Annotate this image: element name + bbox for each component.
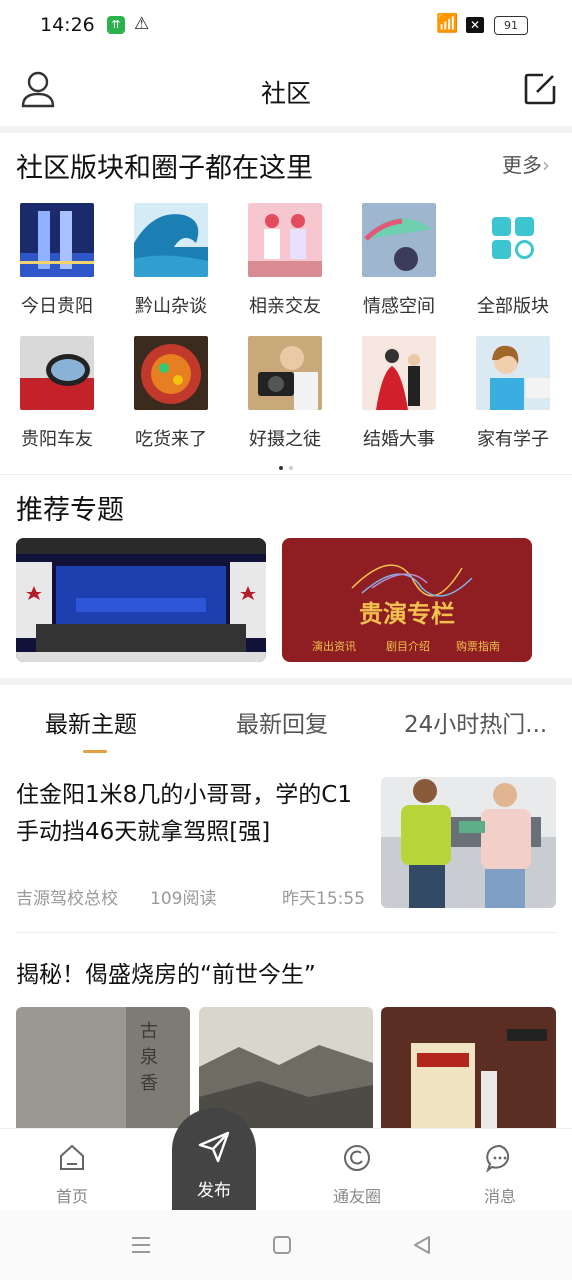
status-bar: 14:26 ⇈ ⚠ 📶 ✕ 91 bbox=[0, 0, 572, 52]
page-indicator bbox=[276, 455, 296, 474]
tab-messages-label: 消息 bbox=[483, 1187, 516, 1206]
more-label: 更多 bbox=[502, 153, 542, 177]
post-image-1[interactable]: 古 泉 香 bbox=[16, 1007, 190, 1128]
svg-text:香: 香 bbox=[140, 1073, 158, 1094]
paper-plane-icon bbox=[198, 1131, 230, 1163]
svg-text:泉: 泉 bbox=[140, 1047, 158, 1068]
app-notification-icon: ⇈ bbox=[107, 16, 125, 34]
page-title: 社区 bbox=[260, 79, 311, 108]
conference-stage-image bbox=[16, 538, 266, 662]
battery-icon: 91 bbox=[494, 16, 528, 35]
more-link[interactable]: 更多› bbox=[502, 149, 550, 178]
liquor-bottle-image bbox=[381, 1007, 556, 1128]
svg-text:古: 古 bbox=[140, 1021, 158, 1042]
forum-label: 黔山杂谈 bbox=[135, 296, 207, 317]
tab-friends-circle[interactable]: 通友圈 bbox=[307, 1143, 407, 1207]
forum-item-food[interactable]: 吃货来了 bbox=[123, 336, 219, 451]
tab-friends-label: 通友圈 bbox=[332, 1187, 381, 1206]
city-towers-thumb bbox=[20, 203, 94, 277]
tab-24h-hot[interactable]: 24小时热门... bbox=[404, 705, 547, 739]
post-time: 昨天15:55 bbox=[282, 889, 365, 909]
tab-messages[interactable]: 消息 bbox=[450, 1143, 550, 1207]
forum-item-car[interactable]: 贵阳车友 bbox=[9, 336, 105, 451]
topics-section-title: 推荐专题 bbox=[16, 495, 124, 526]
banner-link-plays[interactable]: 剧目介绍 bbox=[386, 638, 430, 654]
forum-item-today-guiyang[interactable]: 今日贵阳 bbox=[9, 203, 105, 318]
camera-thumb bbox=[248, 336, 322, 410]
forum-item-qianshan[interactable]: 黔山杂谈 bbox=[123, 203, 219, 318]
warning-icon: ⚠ bbox=[134, 14, 150, 34]
post-thumbnail[interactable] bbox=[381, 777, 556, 908]
forum-item-emotion[interactable]: 情感空间 bbox=[351, 203, 447, 318]
forum-label: 全部版块 bbox=[477, 296, 549, 317]
bottom-tab-bar: 首页 通友圈 消息 bbox=[0, 1128, 572, 1211]
forum-label: 情感空间 bbox=[363, 296, 435, 317]
car-mirror-thumb bbox=[20, 336, 94, 410]
tab-home-label: 首页 bbox=[55, 1187, 88, 1206]
page-dot-active bbox=[279, 466, 283, 470]
couple-thumb bbox=[248, 203, 322, 277]
divider bbox=[0, 678, 572, 685]
post-title: 住金阳1米8几的小哥哥，学的C1手动挡46天就拿驾照[强] bbox=[16, 782, 352, 845]
divider bbox=[0, 474, 572, 475]
publish-label: 发布 bbox=[197, 1181, 231, 1201]
friends-circle-icon bbox=[344, 1145, 370, 1171]
forum-item-all[interactable]: 全部版块 bbox=[465, 203, 561, 318]
food-thumb bbox=[134, 336, 208, 410]
forum-label: 吃货来了 bbox=[135, 429, 207, 450]
top-header: 社区 bbox=[0, 52, 572, 128]
message-bubble-icon bbox=[486, 1144, 510, 1173]
home-nav-icon[interactable] bbox=[272, 1235, 292, 1255]
stone-inscription-image: 古 泉 香 bbox=[16, 1007, 190, 1128]
wifi-icon: 📶 bbox=[436, 13, 459, 34]
topic-banner-guiyan[interactable]: 贵演专栏 演出资讯 剧目介绍 购票指南 bbox=[282, 538, 532, 662]
chevron-right-icon: › bbox=[542, 153, 550, 177]
umbrella-thumb bbox=[362, 203, 436, 277]
tab-latest-topics[interactable]: 最新主题 bbox=[45, 705, 137, 739]
home-icon bbox=[60, 1144, 84, 1170]
menu-nav-icon[interactable] bbox=[130, 1234, 152, 1256]
student-thumb bbox=[476, 336, 550, 410]
sim-off-icon: ✕ bbox=[466, 17, 484, 33]
forums-section-title: 社区版块和圈子都在这里 bbox=[16, 153, 313, 184]
banner-link-tickets[interactable]: 购票指南 bbox=[456, 638, 500, 654]
banner-title: 贵演专栏 bbox=[359, 600, 455, 628]
forum-label: 今日贵阳 bbox=[21, 296, 93, 317]
status-time: 14:26 bbox=[40, 14, 95, 36]
forum-label: 结婚大事 bbox=[363, 429, 435, 450]
post-reads: 109阅读 bbox=[150, 889, 217, 909]
forum-item-dating[interactable]: 相亲交友 bbox=[237, 203, 333, 318]
wedding-thumb bbox=[362, 336, 436, 410]
wave-thumb bbox=[134, 203, 208, 277]
post-title[interactable]: 揭秘！偈盛烧房的“前世今生” bbox=[16, 957, 556, 994]
post-image-3[interactable] bbox=[381, 1007, 556, 1128]
banner-link-news[interactable]: 演出资讯 bbox=[312, 638, 356, 654]
page-dot bbox=[289, 466, 293, 470]
grid-blocks-icon bbox=[476, 203, 550, 277]
back-nav-icon[interactable] bbox=[412, 1235, 432, 1255]
forum-label: 贵阳车友 bbox=[21, 429, 93, 450]
active-tab-indicator bbox=[83, 750, 107, 753]
divider bbox=[0, 126, 572, 133]
driving-license-photo bbox=[381, 777, 556, 908]
forum-item-photo[interactable]: 好摄之徒 bbox=[237, 336, 333, 451]
post-item[interactable]: 住金阳1米8几的小哥哥，学的C1手动挡46天就拿驾照[强] bbox=[16, 777, 366, 851]
tab-latest-replies[interactable]: 最新回复 bbox=[236, 705, 328, 739]
topic-banner-conference[interactable] bbox=[16, 538, 266, 662]
battery-level: 91 bbox=[504, 19, 518, 32]
system-nav-bar bbox=[0, 1210, 572, 1280]
forum-label: 家有学子 bbox=[477, 429, 549, 450]
forum-item-wedding[interactable]: 结婚大事 bbox=[351, 336, 447, 451]
forum-label: 相亲交友 bbox=[249, 296, 321, 317]
tab-home[interactable]: 首页 bbox=[22, 1143, 122, 1207]
forum-item-students[interactable]: 家有学子 bbox=[465, 336, 561, 451]
divider bbox=[16, 932, 556, 933]
post-author: 吉源驾校总校 bbox=[16, 889, 118, 909]
forum-label: 好摄之徒 bbox=[249, 429, 321, 450]
publish-button[interactable]: 发布 bbox=[172, 1108, 256, 1212]
compose-icon[interactable] bbox=[523, 72, 557, 106]
